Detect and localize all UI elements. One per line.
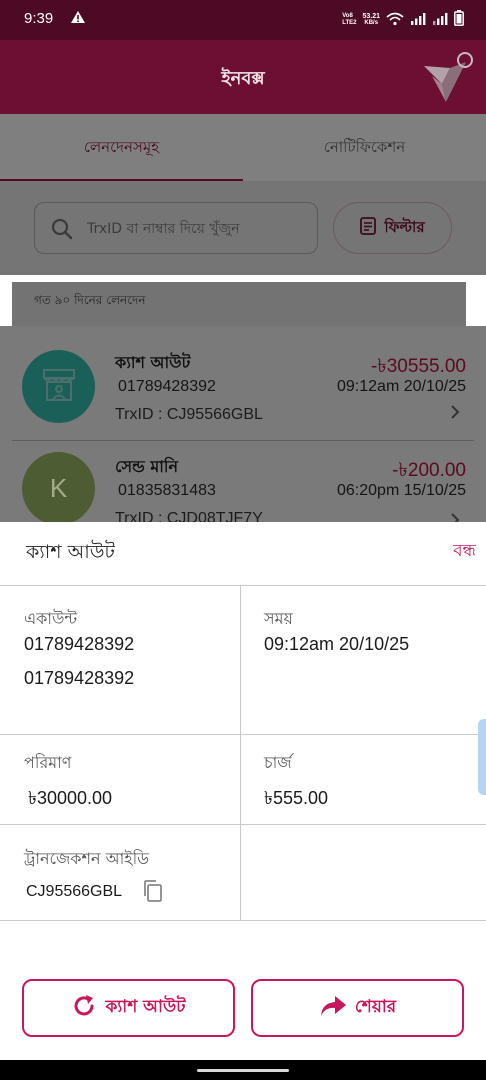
- copy-icon[interactable]: [142, 879, 164, 907]
- transaction-time: 06:20pm 15/10/25: [337, 482, 466, 499]
- chevron-right-icon: [450, 512, 460, 522]
- transaction-time: 09:12am 20/10/25: [337, 378, 466, 395]
- avatar: [22, 350, 95, 423]
- network-speed: 53.21 KB/s: [362, 13, 380, 26]
- avatar: K: [22, 452, 95, 522]
- chevron-right-icon: [450, 404, 460, 425]
- time-label: সময়: [264, 609, 293, 628]
- list-item[interactable]: K সেন্ড মানি 01835831483 TrxID : CJD08TJ…: [0, 442, 486, 522]
- battery-icon: [454, 10, 464, 30]
- share-icon: [319, 994, 347, 1023]
- home-handle[interactable]: [197, 1069, 289, 1072]
- filter-label: ফিল্টার: [384, 217, 425, 236]
- divider: [12, 440, 474, 441]
- transaction-type: সেন্ড মানি: [115, 457, 179, 476]
- transaction-trxid: TrxID : CJ95566GBL: [115, 406, 263, 423]
- cash-out-button[interactable]: ক্যাশ আউট: [22, 979, 235, 1037]
- amount-value: ৳30000.00: [28, 788, 113, 808]
- transaction-trxid: TrxID : CJD08TJF7Y: [115, 510, 263, 522]
- wifi-icon: [386, 11, 404, 30]
- trxid-label: ট্রানজেকশন আইডি: [24, 849, 149, 868]
- tab-notifications[interactable]: নোটিফিকেশন: [243, 114, 486, 181]
- filter-icon: [360, 217, 377, 239]
- amount-label: পরিমাণ: [24, 753, 72, 772]
- warning-icon: [70, 9, 86, 28]
- transaction-detail-sheet: ক্যাশ আউট বন্ধ একাউন্ট 01789428392 01789…: [0, 522, 486, 1060]
- scroll-handle[interactable]: [478, 719, 486, 795]
- volte-indicator: Vo8 LTE2: [342, 13, 357, 26]
- system-nav-bar: [0, 1060, 486, 1080]
- sheet-title: ক্যাশ আউট: [26, 541, 115, 563]
- trxid-value: CJ95566GBL: [26, 883, 123, 900]
- account-value: 01789428392: [24, 634, 135, 654]
- divider: [0, 920, 486, 921]
- status-time: 9:39: [24, 10, 54, 27]
- time-value: 09:12am 20/10/25: [264, 634, 410, 654]
- shop-icon: [40, 366, 78, 408]
- status-bar: 9:39 Vo8 LTE2 53.21 KB/s: [0, 0, 486, 40]
- divider: [0, 824, 486, 825]
- signal-icon: [410, 11, 426, 30]
- transaction-number: 01789428392: [118, 378, 216, 395]
- search-box[interactable]: [34, 202, 318, 254]
- transaction-number: 01835831483: [118, 482, 216, 499]
- period-label: গত ৯০ দিনের লেনদেন: [12, 282, 466, 326]
- status-icons: Vo8 LTE2 53.21 KB/s: [342, 10, 464, 30]
- avatar-letter: K: [49, 473, 68, 503]
- divider: [0, 585, 486, 586]
- refresh-icon: [71, 993, 97, 1024]
- charge-value: ৳555.00: [264, 788, 329, 808]
- share-button[interactable]: শেয়ার: [251, 979, 464, 1037]
- close-button[interactable]: বন্ধ: [453, 538, 476, 566]
- app-header: ইনবক্স: [0, 40, 486, 114]
- tab-transactions[interactable]: লেনদেনসমূহ: [0, 114, 243, 181]
- transaction-list: ক্যাশ আউট 01789428392 TrxID : CJ95566GBL…: [0, 326, 486, 522]
- list-item[interactable]: ক্যাশ আউট 01789428392 TrxID : CJ95566GBL…: [0, 326, 486, 432]
- share-label: শেয়ার: [354, 997, 397, 1017]
- account-value-secondary: 01789428392: [24, 668, 135, 688]
- search-icon: [51, 218, 73, 244]
- page-title: ইনবক্স: [221, 68, 265, 89]
- charge-label: চার্জ: [264, 753, 292, 772]
- cash-out-label: ক্যাশ আউট: [105, 997, 186, 1017]
- bkash-logo-icon: [422, 50, 474, 108]
- search-input[interactable]: [87, 217, 307, 241]
- tab-bar: লেনদেনসমূহ নোটিফিকেশন: [0, 114, 486, 181]
- transaction-type: ক্যাশ আউট: [115, 353, 191, 372]
- filter-button[interactable]: ফিল্টার: [333, 202, 452, 254]
- divider: [0, 734, 486, 735]
- search-area: ফিল্টার: [0, 181, 486, 275]
- divider: [240, 586, 241, 920]
- account-label: একাউন্ট: [24, 609, 78, 628]
- signal-icon-2: [432, 11, 448, 30]
